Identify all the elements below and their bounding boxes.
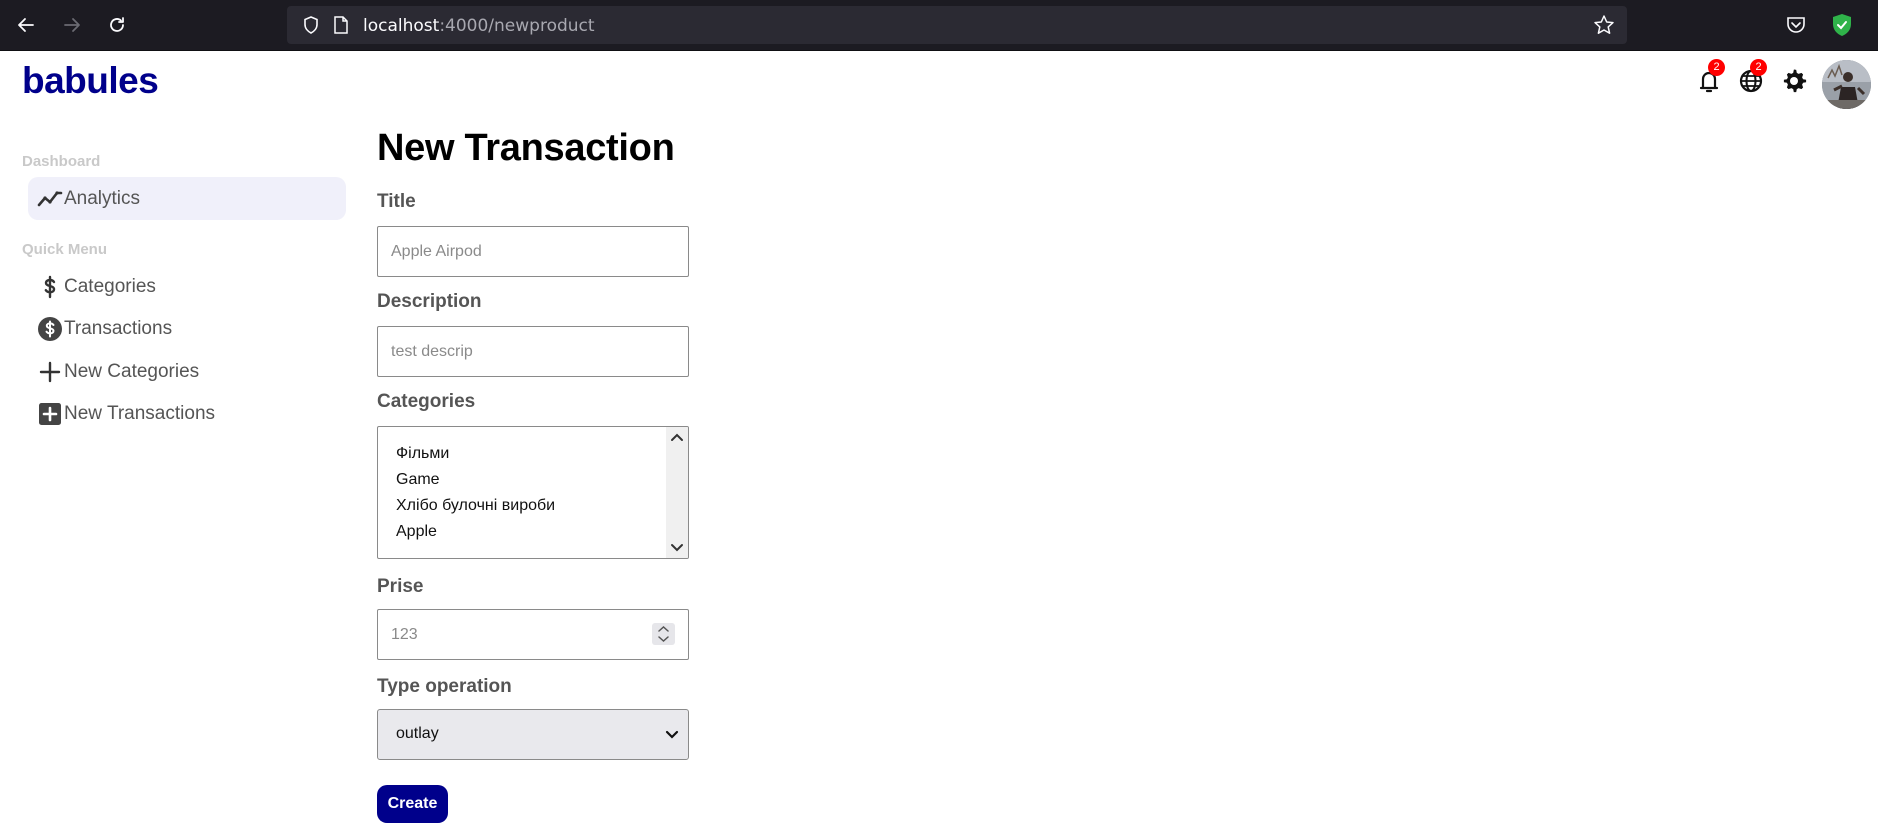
- sidebar-item-label: Categories: [64, 275, 156, 297]
- chart-line-icon: [36, 185, 64, 213]
- type-operation-label: Type operation: [377, 676, 512, 697]
- sidebar-section-quick-menu: Quick Menu: [22, 241, 108, 258]
- categories-scrollbar[interactable]: [666, 427, 688, 558]
- sidebar-item-new-transactions[interactable]: New Transactions: [28, 392, 346, 435]
- scroll-down-icon[interactable]: [669, 541, 685, 555]
- bookmark-star-icon[interactable]: [1593, 14, 1615, 36]
- category-option[interactable]: Apple: [396, 523, 437, 541]
- shield-icon[interactable]: [301, 15, 321, 35]
- page-title: New Transaction: [377, 127, 675, 169]
- sidebar-item-analytics[interactable]: Analytics: [28, 177, 346, 220]
- price-label: Prise: [377, 576, 424, 597]
- dollar-icon: [36, 273, 64, 301]
- sidebar-item-label: New Categories: [64, 360, 200, 382]
- category-option[interactable]: Фільми: [396, 445, 449, 463]
- back-icon[interactable]: [13, 12, 39, 38]
- price-input[interactable]: [377, 609, 689, 660]
- category-option[interactable]: Game: [396, 471, 440, 489]
- title-input[interactable]: [377, 226, 689, 277]
- create-button[interactable]: Create: [377, 785, 448, 823]
- description-label: Description: [377, 291, 482, 312]
- notifications-badge: 2: [1708, 59, 1725, 76]
- extension-shield-icon[interactable]: [1831, 13, 1853, 37]
- avatar-image: [1822, 60, 1871, 109]
- plus-icon: [36, 358, 64, 386]
- sidebar-item-new-categories[interactable]: New Categories: [28, 350, 346, 393]
- plus-square-icon: [36, 400, 64, 428]
- title-label: Title: [377, 191, 416, 212]
- gear-icon: [1783, 69, 1807, 93]
- language-badge: 2: [1750, 59, 1767, 76]
- reload-icon[interactable]: [104, 12, 130, 38]
- dollar-circle-icon: [36, 315, 64, 343]
- categories-listbox[interactable]: Фільми Game Хлібо булочні вироби Apple: [377, 426, 689, 559]
- sidebar-item-categories[interactable]: Categories: [28, 265, 346, 308]
- type-operation-select[interactable]: outlay: [377, 709, 689, 760]
- pocket-icon[interactable]: [1785, 14, 1807, 36]
- forward-icon[interactable]: [59, 12, 85, 38]
- category-option[interactable]: Хлібо булочні вироби: [396, 497, 555, 515]
- stepper-arrows-icon: [658, 625, 669, 643]
- chevron-down-icon: [665, 730, 679, 739]
- settings-button[interactable]: [1779, 66, 1809, 96]
- language-button[interactable]: 2: [1736, 59, 1767, 96]
- scroll-up-icon[interactable]: [669, 430, 685, 444]
- sidebar-item-label: Analytics: [64, 187, 141, 209]
- page-icon: [334, 16, 348, 34]
- sidebar-section-dashboard: Dashboard: [22, 153, 101, 170]
- sidebar-item-label: Transactions: [64, 317, 173, 339]
- avatar[interactable]: [1822, 60, 1871, 109]
- notifications-button[interactable]: 2: [1694, 59, 1725, 96]
- browser-toolbar: localhost:4000/newproduct: [0, 0, 1878, 51]
- sidebar-item-label: New Transactions: [64, 402, 216, 424]
- sidebar-item-transactions[interactable]: Transactions: [28, 307, 346, 350]
- app-logo[interactable]: babules: [22, 60, 159, 102]
- address-bar[interactable]: localhost:4000/newproduct: [287, 6, 1627, 44]
- description-input[interactable]: [377, 326, 689, 377]
- categories-label: Categories: [377, 391, 476, 412]
- price-stepper[interactable]: [652, 623, 675, 645]
- url-text[interactable]: localhost:4000/newproduct: [363, 16, 595, 36]
- type-operation-value: outlay: [396, 725, 439, 742]
